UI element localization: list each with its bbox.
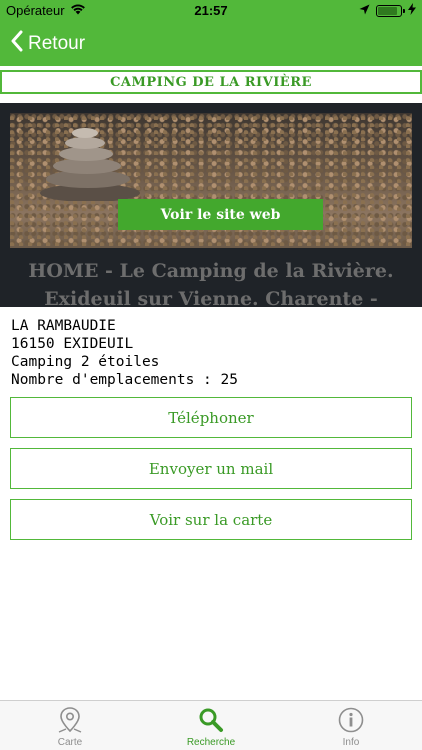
call-button[interactable]: Téléphoner [10, 397, 412, 438]
location-arrow-icon [359, 3, 370, 18]
view-on-map-button[interactable]: Voir sur la carte [10, 499, 412, 540]
tab-bar: Carte Recherche Info [0, 700, 422, 750]
address-line1: LA RAMBAUDIE [11, 318, 116, 334]
tab-carte[interactable]: Carte [0, 701, 140, 750]
address-line2: 16150 EXIDEUIL [11, 336, 134, 352]
back-label: Retour [28, 33, 86, 54]
send-email-button[interactable]: Envoyer un mail [10, 448, 412, 489]
stacked-stones-image [40, 128, 140, 201]
camping-info: LA RAMBAUDIE 16150 EXIDEUIL Camping 2 ét… [11, 317, 411, 389]
visit-website-button[interactable]: Voir le site web [118, 199, 323, 230]
website-heading: HOME - Le Camping de la Rivière. Exideui… [0, 257, 422, 307]
battery-icon [376, 4, 405, 17]
tab-info-label: Info [342, 737, 360, 748]
navigation-bar: Retour [0, 22, 422, 66]
page-title-box: CAMPING DE LA RIVIÈRE [0, 70, 422, 94]
chevron-left-icon [10, 30, 28, 58]
status-bar: Opérateur 21:57 [0, 0, 422, 22]
rating-text: Camping 2 étoiles [11, 354, 160, 370]
website-heading-line2: Exideuil sur Vienne. Charente - [44, 288, 378, 307]
charging-bolt-icon [408, 3, 416, 18]
map-pin-icon [56, 705, 84, 735]
back-button[interactable]: Retour [10, 30, 85, 58]
tab-info[interactable]: Info [281, 701, 421, 750]
info-icon [337, 705, 365, 735]
website-preview[interactable]: Voir le site web HOME - Le Camping de la… [0, 103, 422, 307]
status-right [359, 3, 416, 18]
battery-level [378, 6, 397, 15]
website-heading-line1: HOME - Le Camping de la Rivière. [28, 260, 394, 282]
search-icon [197, 705, 225, 735]
page-title: CAMPING DE LA RIVIÈRE [110, 74, 312, 90]
hero-image: Voir le site web [10, 113, 412, 248]
spots-count: Nombre d'emplacements : 25 [11, 372, 238, 388]
tab-recherche[interactable]: Recherche [141, 701, 281, 750]
tab-recherche-label: Recherche [186, 737, 236, 748]
tab-carte-label: Carte [57, 737, 83, 748]
